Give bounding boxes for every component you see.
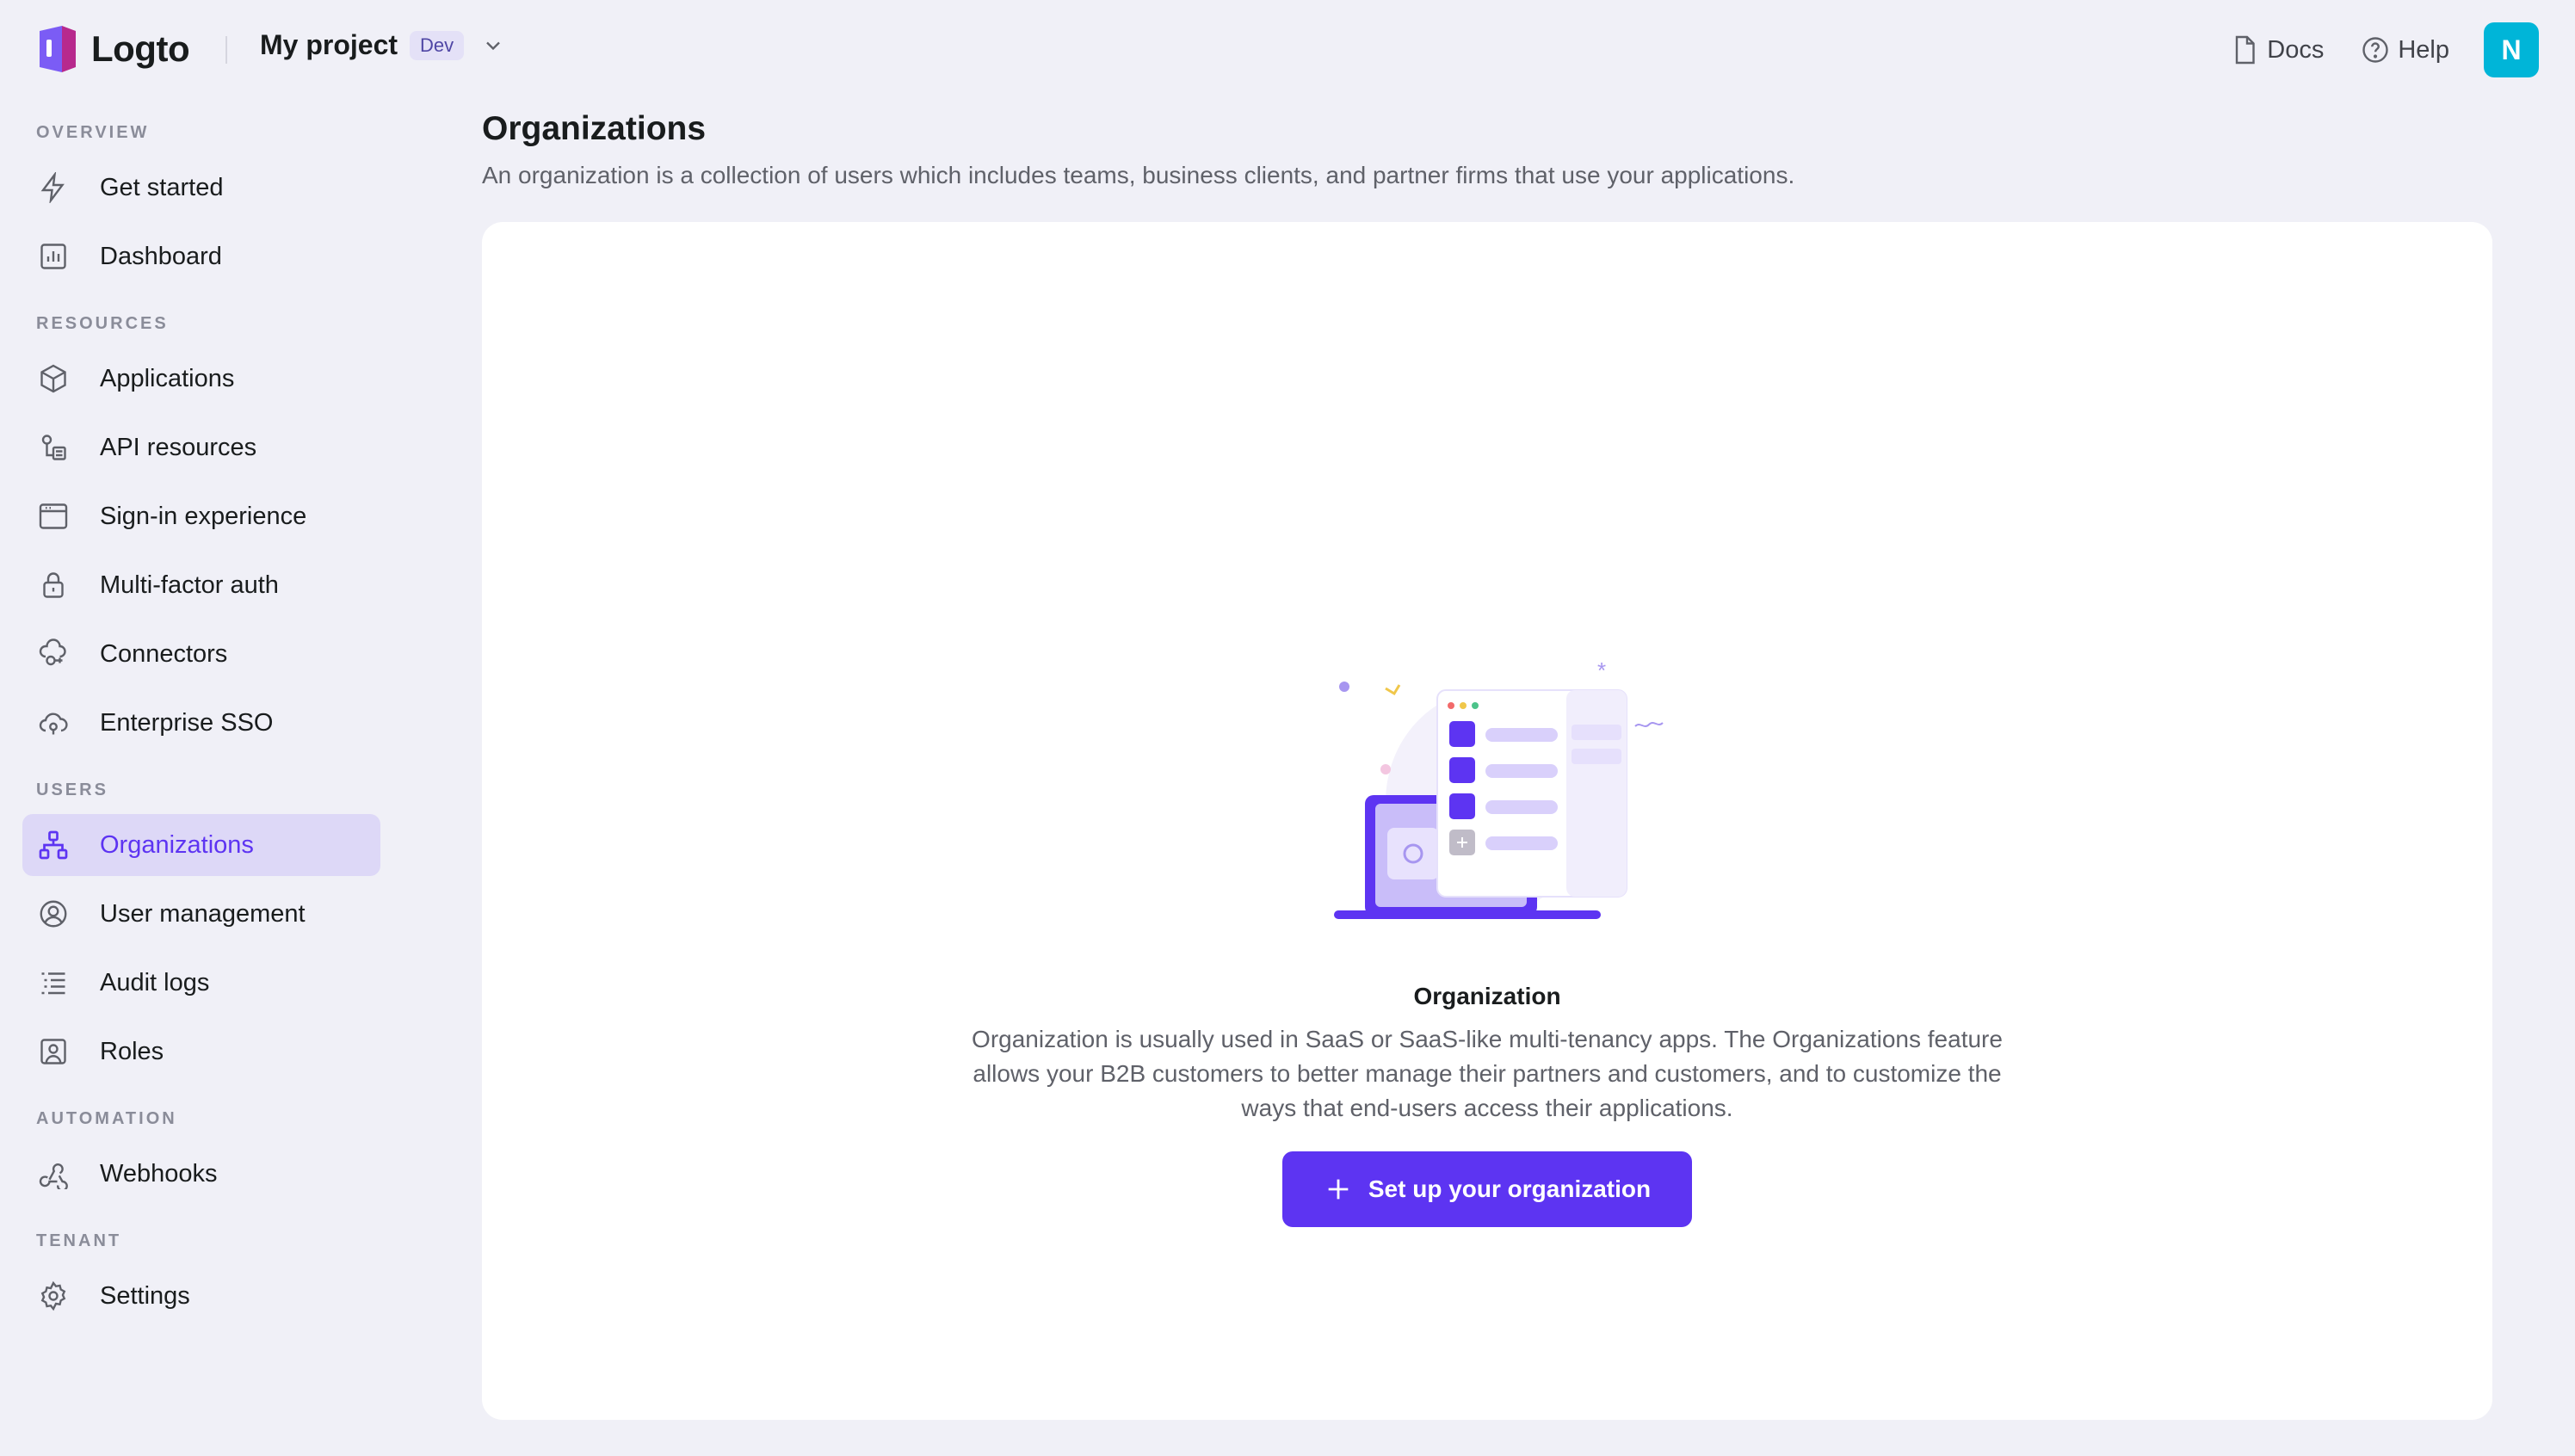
sidebar-item-label: Sign-in experience [100,502,307,530]
cloud-sso-icon [39,713,68,735]
cta-label: Set up your organization [1368,1175,1652,1202]
sidebar-item-enterprise-sso[interactable]: Enterprise SSO [22,692,380,754]
sidebar-item-organizations[interactable]: Organizations [22,814,380,876]
sidebar-item-api-resources[interactable]: API resources [22,416,380,478]
env-badge: Dev [410,30,465,60]
api-icon [41,435,66,460]
section-title-tenant: TENANT [36,1231,122,1250]
main-content: Organizations An organization is a colle… [482,100,2492,1420]
sidebar-item-label: Dashboard [100,242,222,270]
sidebar-item-label: Audit logs [100,968,210,996]
document-icon [2236,35,2255,65]
chevron-down-icon [486,41,500,50]
sidebar-item-get-started[interactable]: Get started [22,157,380,219]
section-title-overview: OVERVIEW [36,122,150,142]
section-title-resources: RESOURCES [36,313,169,333]
project-switcher[interactable]: My project Dev [260,29,505,61]
page-title: Organizations [482,110,707,147]
project-name: My project [260,29,398,60]
connector-icon [39,639,66,666]
sidebar-item-label: Organizations [100,830,254,859]
top-bar: Logto My project Dev Docs Help N [0,0,2575,100]
lock-icon [43,572,64,598]
sidebar-item-label: Settings [100,1281,190,1310]
sidebar-item-label: Multi-factor auth [100,571,279,599]
sidebar-item-label: Applications [100,364,235,392]
sidebar-item-settings[interactable]: Settings [22,1265,380,1327]
sidebar-item-applications[interactable]: Applications [22,348,380,410]
sidebar-item-label: Enterprise SSO [100,708,274,737]
browser-icon [39,503,68,529]
sidebar-item-label: Get started [100,173,224,201]
gear-icon [40,1280,66,1311]
organization-icon [39,830,68,860]
sidebar: OVERVIEW Get started Dashboard RESOURCES… [0,100,396,1327]
set-up-organization-button[interactable]: Set up your organization [1282,1151,1692,1227]
sidebar-item-label: API resources [100,433,257,461]
webhook-icon [39,1163,68,1189]
user-circle-icon [40,900,67,928]
bar-chart-icon [40,244,66,269]
section-title-automation: AUTOMATION [36,1108,177,1128]
help-circle-icon [2362,37,2389,63]
section-title-users: USERS [36,780,108,799]
brand-name: Logto [91,28,190,69]
help-link[interactable]: Help [2360,34,2449,65]
sidebar-item-label: User management [100,899,306,928]
list-icon [41,972,65,995]
help-label: Help [2398,35,2449,64]
sidebar-item-sign-in-experience[interactable]: Sign-in experience [22,485,380,547]
bolt-icon [40,172,65,203]
svg-text:*: * [1597,657,1606,683]
docs-label: Docs [2267,35,2325,64]
sidebar-item-connectors[interactable]: Connectors [22,623,380,685]
logo[interactable]: Logto [36,24,190,74]
user-avatar[interactable]: N [2484,22,2539,77]
sidebar-item-label: Connectors [100,639,228,668]
page-subtitle: An organization is a collection of users… [482,162,1795,188]
empty-state-title: Organization [1413,983,1561,1009]
docs-link[interactable]: Docs [2229,34,2324,65]
sidebar-item-webhooks[interactable]: Webhooks [22,1143,380,1205]
cube-icon [40,364,66,393]
logto-logo-icon [40,26,76,72]
sidebar-item-roles[interactable]: Roles [22,1021,380,1083]
plus-icon [1328,1179,1349,1200]
sidebar-item-multi-factor-auth[interactable]: Multi-factor auth [22,554,380,616]
empty-state-card: * Organization Organization is usually u… [482,222,2492,1420]
user-badge-icon [40,1039,66,1064]
empty-state-description: Organization is usually used in SaaS or … [972,1026,2003,1121]
organization-illustration-icon: * [1334,657,1664,919]
sidebar-item-dashboard[interactable]: Dashboard [22,225,380,287]
sidebar-item-user-management[interactable]: User management [22,883,380,945]
sidebar-item-label: Webhooks [100,1159,218,1188]
sidebar-item-label: Roles [100,1037,164,1065]
sidebar-item-audit-logs[interactable]: Audit logs [22,952,380,1014]
divider [225,36,227,64]
